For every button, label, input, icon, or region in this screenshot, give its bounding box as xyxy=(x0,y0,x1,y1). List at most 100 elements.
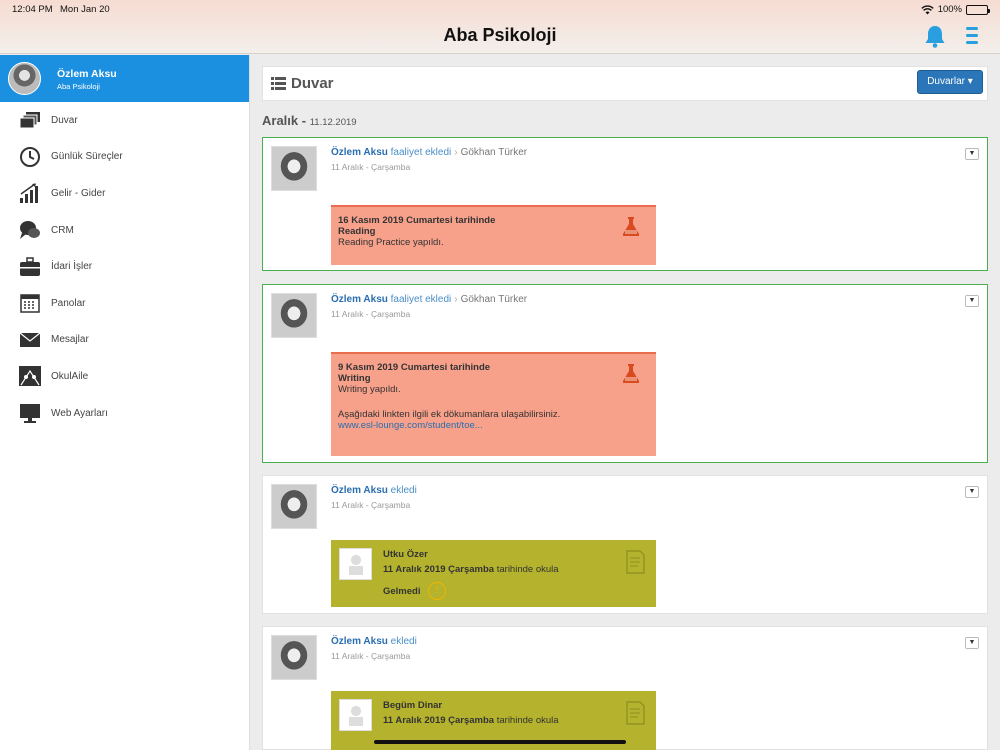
student-photo xyxy=(339,548,372,580)
sidebar-item-gelir-gider[interactable]: Gelir - Gider xyxy=(0,175,249,212)
wall-post: Özlem Aksu faaliyet ekledi › Gökhan Türker… xyxy=(262,137,988,271)
post-options-button[interactable]: ▼ xyxy=(965,486,979,498)
sidebar-item-crm[interactable]: CRM xyxy=(0,212,249,249)
briefcase-icon xyxy=(18,256,42,278)
wall-post: Özlem Aksu ekledi 11 Aralık - Çarşamba ▼… xyxy=(262,475,988,614)
post-action: ekledi xyxy=(390,485,417,496)
profile-header[interactable]: Özlem Aksu Aba Psikoloji xyxy=(0,55,249,102)
bell-icon[interactable] xyxy=(924,24,946,48)
monitor-icon xyxy=(18,402,42,424)
attendance-date-rest: tarihinde okula xyxy=(494,564,559,575)
activity-link[interactable]: www.esl-lounge.com/student/toe... xyxy=(338,420,649,431)
menu-icon[interactable] xyxy=(966,27,978,45)
author-photo xyxy=(271,293,317,338)
profile-org: Aba Psikoloji xyxy=(57,82,100,91)
duvarlar-dropdown-button[interactable]: Duvarlar ▾ xyxy=(917,70,983,94)
avatar xyxy=(8,62,41,95)
page-title-text: Duvar xyxy=(291,75,334,92)
sidebar-item-label: Duvar xyxy=(51,114,78,126)
sidebar-item-label: Mesajlar xyxy=(51,334,89,346)
post-header: Özlem Aksu ekledi xyxy=(331,636,417,647)
wifi-icon xyxy=(920,4,934,14)
growth-chart-icon xyxy=(18,182,42,204)
app-title: Aba Psikoloji xyxy=(443,25,557,45)
post-header: Özlem Aksu faaliyet ekledi › Gökhan Türker xyxy=(331,147,527,158)
post-action: ekledi xyxy=(390,636,417,647)
post-options-button[interactable]: ▼ xyxy=(965,148,979,160)
sidebar-item-label: Panolar xyxy=(51,297,86,309)
wall-icon xyxy=(18,109,42,131)
document-icon xyxy=(626,701,645,725)
attendance-date: 11 Aralık 2019 Çarşamba tarihinde okula xyxy=(383,564,559,575)
student-name: Utku Özer xyxy=(383,549,428,560)
document-icon xyxy=(626,550,645,574)
activity-note: Aşağıdaki linkten ilgili ek dökumanlara … xyxy=(338,409,561,420)
family-icon xyxy=(18,365,42,387)
activity-date: 16 Kasım 2019 Cumartesi tarihinde xyxy=(338,215,496,226)
post-target[interactable]: Gökhan Türker xyxy=(461,147,528,158)
flask-icon xyxy=(623,364,639,383)
status-date: Mon Jan 20 xyxy=(60,4,110,15)
post-date: 11 Aralık - Çarşamba xyxy=(331,651,411,661)
sidebar-item-panolar[interactable]: Panolar xyxy=(0,285,249,322)
author-photo xyxy=(271,635,317,680)
duvarlar-dropdown-label: Duvarlar xyxy=(927,76,965,87)
main-content: Duvar Duvarlar ▾ Aralık - 11.12.2019 xyxy=(262,66,988,129)
section-month: Aralık - xyxy=(262,113,307,128)
author-photo xyxy=(271,484,317,529)
post-options-button[interactable]: ▼ xyxy=(965,637,979,649)
post-target[interactable]: Gökhan Türker xyxy=(461,294,528,305)
sidebar-item-duvar[interactable]: Duvar xyxy=(0,102,249,139)
sidebar-item-label: Web Ayarları xyxy=(51,407,108,419)
battery-icon xyxy=(966,4,990,15)
activity-card: 9 Kasım 2019 Cumartesi tarihinde Writing… xyxy=(331,352,656,456)
warning-icon: ! xyxy=(428,582,446,600)
post-author[interactable]: Özlem Aksu xyxy=(331,294,388,305)
sidebar-item-okulaile[interactable]: OkulAile xyxy=(0,358,249,395)
attendance-date: 11 Aralık 2019 Çarşamba tarihinde okula xyxy=(383,715,559,726)
wall-post: Özlem Aksu ekledi 11 Aralık - Çarşamba ▼… xyxy=(262,626,988,750)
activity-description: Writing yapıldı. xyxy=(338,384,401,395)
post-header: Özlem Aksu faaliyet ekledi › Gökhan Türker xyxy=(331,294,527,305)
attendance-date-bold: 11 Aralık 2019 Çarşamba xyxy=(383,564,495,575)
post-author[interactable]: Özlem Aksu xyxy=(331,147,388,158)
chevron-right-icon: › xyxy=(454,147,458,158)
attendance-date-rest: tarihinde okula xyxy=(494,715,559,726)
chat-icon xyxy=(18,219,42,241)
status-bar: 12:04 PM Mon Jan 20 100% xyxy=(12,4,990,16)
sidebar-item-label: Gelir - Gider xyxy=(51,187,106,199)
sidebar-nav: Duvar Günlük Süreçler Gelir - Gider CRM … xyxy=(0,102,249,431)
section-date-value: 11.12.2019 xyxy=(309,117,357,128)
attendance-status: Gelmedi xyxy=(383,586,421,597)
activity-subject: Reading xyxy=(338,226,376,237)
student-name: Begüm Dinar xyxy=(383,700,443,711)
status-right: 100% xyxy=(920,4,990,15)
author-photo xyxy=(271,146,317,191)
post-author[interactable]: Özlem Aksu xyxy=(331,485,388,496)
page-title: Duvar xyxy=(271,75,334,92)
battery-percent: 100% xyxy=(937,4,962,15)
post-date: 11 Aralık - Çarşamba xyxy=(331,162,411,172)
sidebar-item-web-ayarlari[interactable]: Web Ayarları xyxy=(0,395,249,432)
activity-card: 16 Kasım 2019 Cumartesi tarihinde Readin… xyxy=(331,205,656,265)
wall-post: Özlem Aksu faaliyet ekledi › Gökhan Türker… xyxy=(262,284,988,463)
status-time: 12:04 PM xyxy=(12,4,53,15)
activity-description: Reading Practice yapıldı. xyxy=(338,237,444,248)
profile-name: Özlem Aksu xyxy=(57,68,117,80)
flask-icon xyxy=(623,217,639,236)
sidebar-item-label: Günlük Süreçler xyxy=(51,151,123,163)
sidebar-item-label: İdari İşler xyxy=(51,261,93,273)
post-action: faaliyet ekledi xyxy=(390,294,452,305)
post-options-button[interactable]: ▼ xyxy=(965,295,979,307)
post-author[interactable]: Özlem Aksu xyxy=(331,636,388,647)
sidebar: Özlem Aksu Aba Psikoloji Duvar Günlük Sü… xyxy=(0,55,250,750)
post-header: Özlem Aksu ekledi xyxy=(331,485,417,496)
sidebar-item-mesajlar[interactable]: Mesajlar xyxy=(0,322,249,359)
top-bar: 12:04 PM Mon Jan 20 100% Aba Psikoloji xyxy=(0,0,1000,54)
activity-date: 9 Kasım 2019 Cumartesi tarihinde xyxy=(338,362,491,373)
post-date: 11 Aralık - Çarşamba xyxy=(331,309,411,319)
home-indicator[interactable] xyxy=(374,740,626,744)
sidebar-item-idari-isler[interactable]: İdari İşler xyxy=(0,248,249,285)
sidebar-item-gunluk-surecler[interactable]: Günlük Süreçler xyxy=(0,139,249,176)
sidebar-item-label: OkulAile xyxy=(51,370,89,382)
